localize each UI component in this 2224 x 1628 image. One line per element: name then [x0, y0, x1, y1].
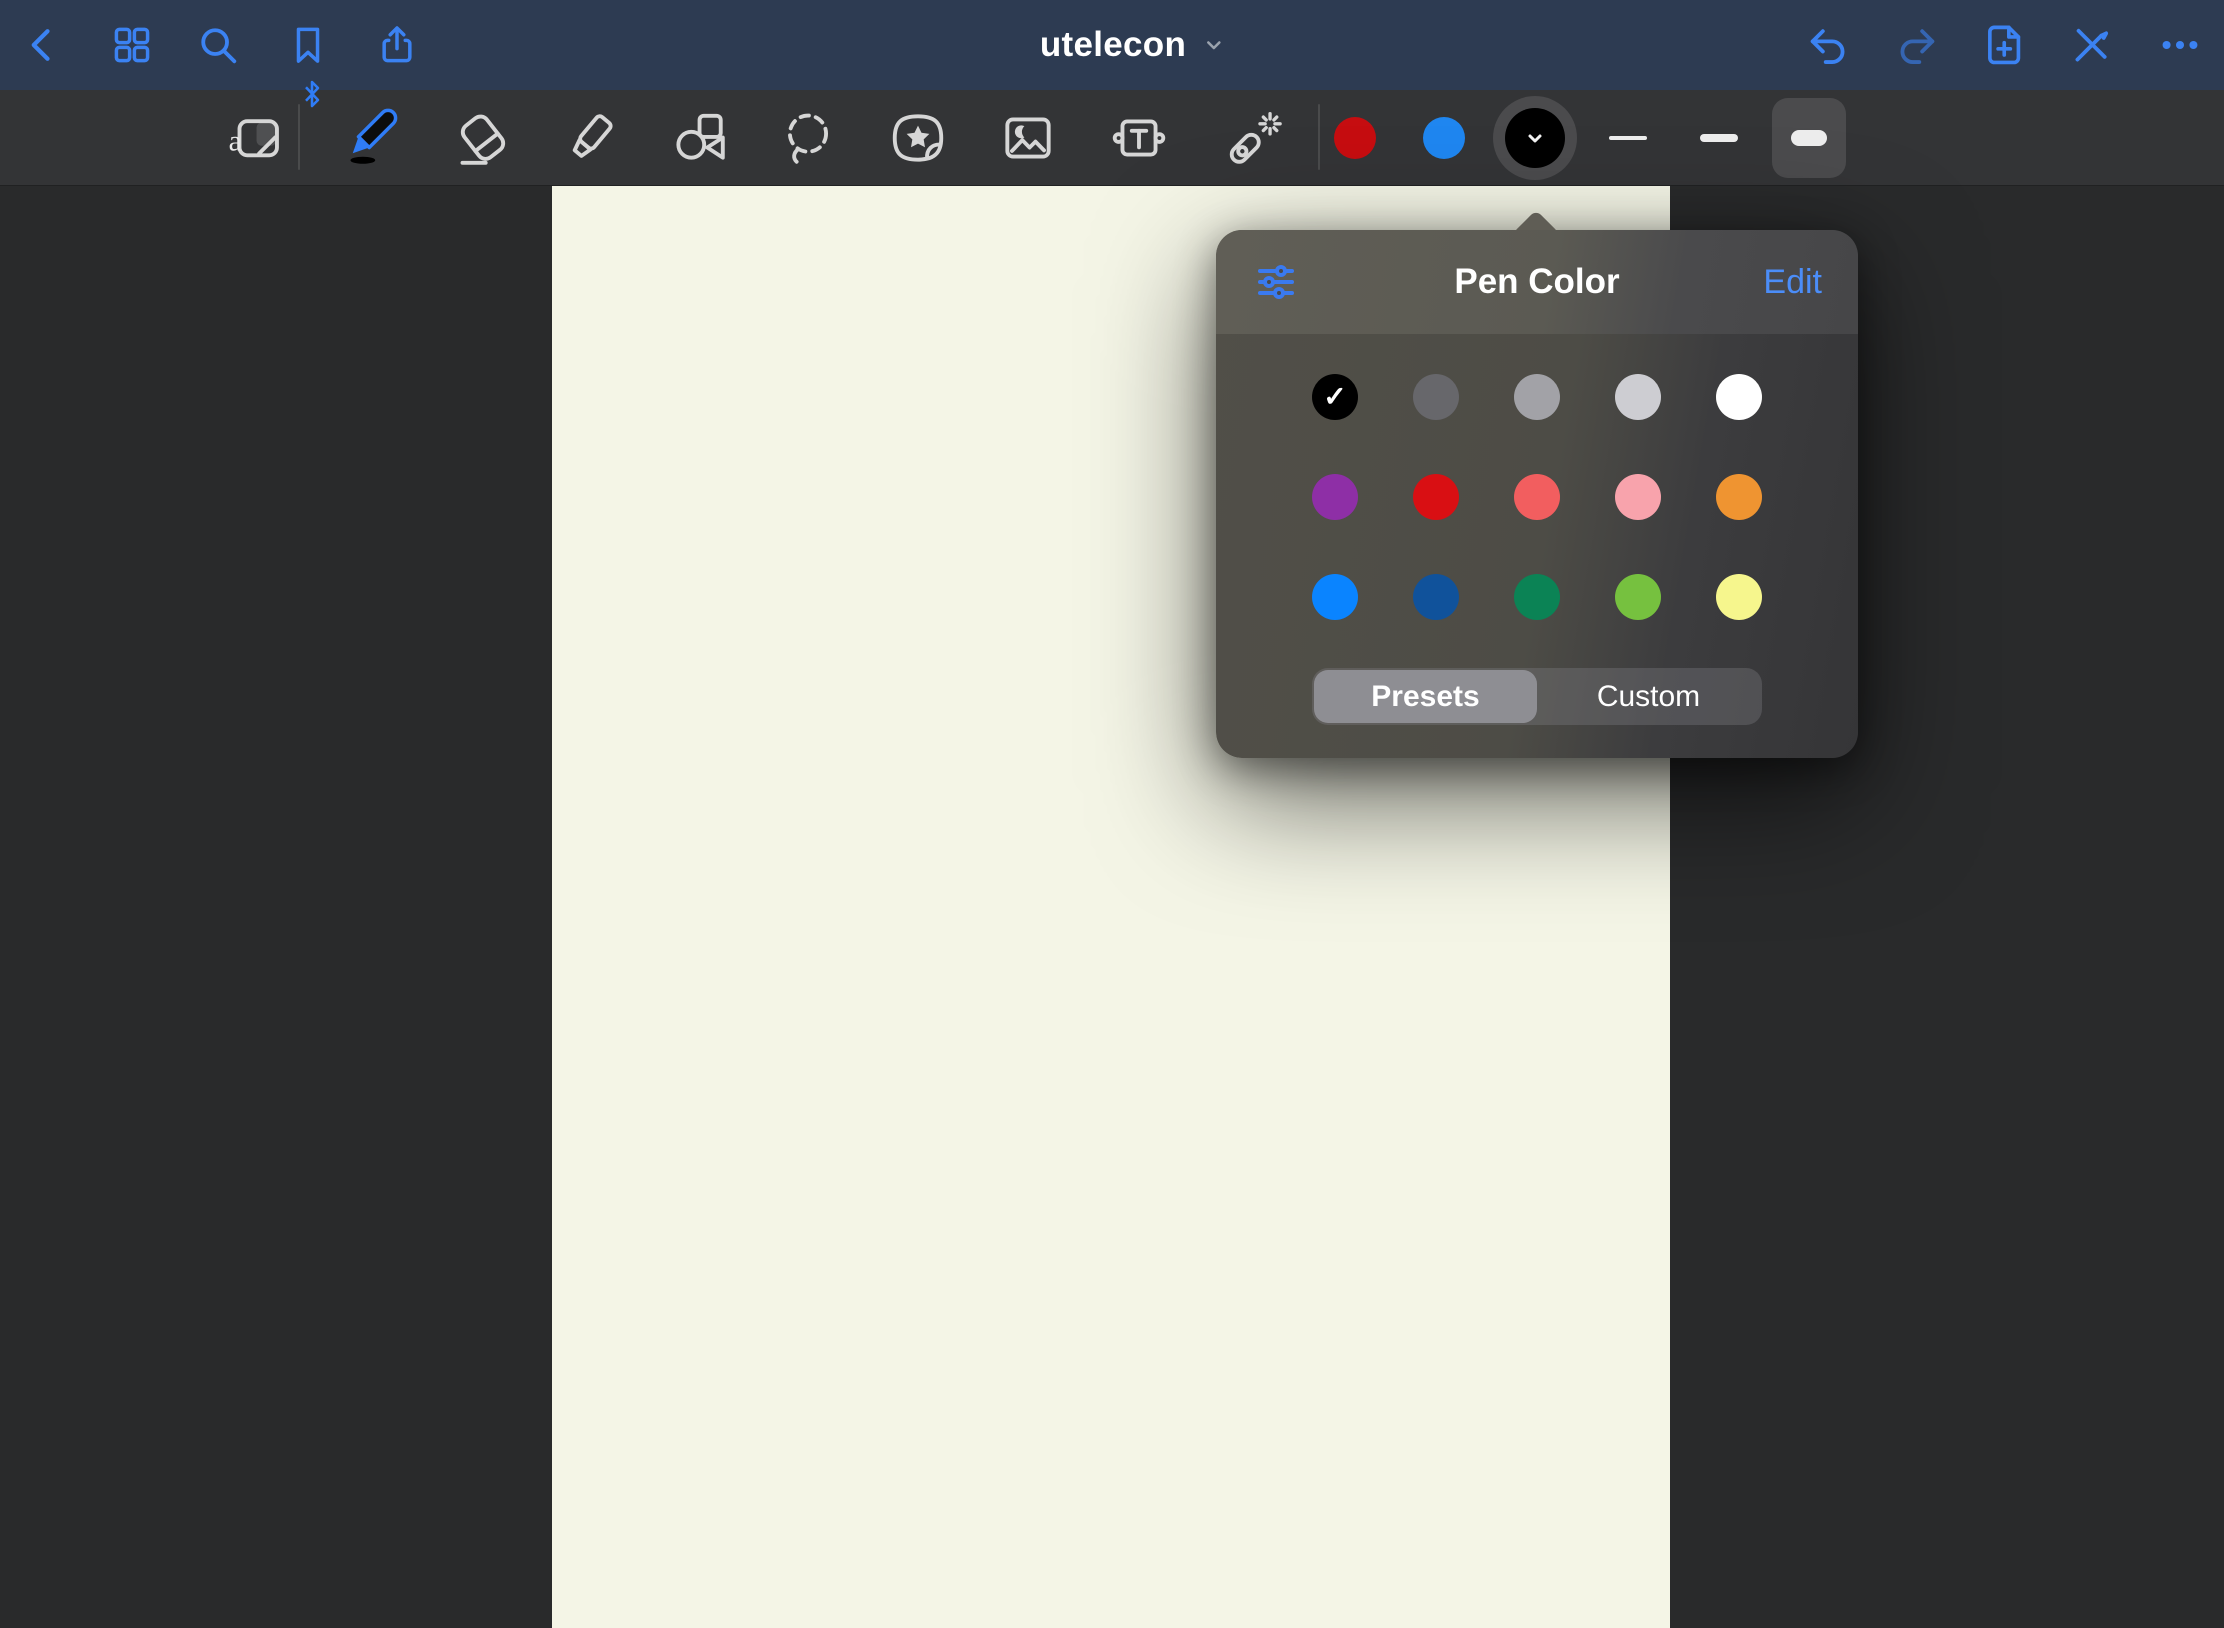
more-icon[interactable]: [2157, 22, 2203, 68]
edit-button[interactable]: Edit: [1763, 263, 1822, 302]
document-title: utelecon: [1040, 25, 1186, 65]
popover-title: Pen Color: [1454, 262, 1619, 302]
tool-bar: a: [0, 90, 2224, 186]
bluetooth-icon: [301, 79, 323, 109]
color-swatch-gray[interactable]: [1514, 374, 1560, 420]
thumbnails-grid-icon[interactable]: [110, 23, 154, 67]
toolbar-divider: [298, 104, 300, 170]
tab-presets[interactable]: Presets: [1314, 670, 1537, 723]
shapes-tool[interactable]: [667, 107, 729, 169]
color-swatch-dark-gray[interactable]: [1413, 374, 1459, 420]
stickers-tool[interactable]: [887, 107, 949, 169]
redo-icon[interactable]: [1894, 22, 1940, 68]
document-title-menu[interactable]: utelecon: [1040, 25, 1226, 65]
add-page-icon[interactable]: [1982, 22, 2028, 68]
lasso-tool[interactable]: [777, 107, 839, 169]
color-swatch-blue[interactable]: [1312, 574, 1358, 620]
color-swatch-orange[interactable]: [1716, 474, 1762, 520]
check-icon: ✓: [1323, 380, 1346, 413]
chevron-down-icon: [1202, 33, 1226, 57]
color-swatch-light-green[interactable]: [1615, 574, 1661, 620]
svg-text:a: a: [229, 125, 242, 157]
navigation-bar: utelecon: [0, 0, 2224, 90]
color-swatch-navy-blue[interactable]: [1413, 574, 1459, 620]
pen-color-button-blue[interactable]: [1423, 117, 1465, 159]
back-icon[interactable]: [20, 23, 64, 67]
stroke-thick-preview: [1791, 130, 1827, 146]
swatch-row: [1312, 574, 1762, 620]
tab-custom[interactable]: Custom: [1537, 670, 1760, 723]
app-screen: utelecon a: [0, 0, 2224, 1628]
color-swatch-green[interactable]: [1514, 574, 1560, 620]
pen-color-popover: Pen Color Edit ✓ PresetsCustom: [1216, 230, 1858, 758]
pen-tool[interactable]: [335, 105, 401, 171]
color-swatch-yellow[interactable]: [1716, 574, 1762, 620]
color-swatch-coral[interactable]: [1514, 474, 1560, 520]
color-swatch-pink[interactable]: [1615, 474, 1661, 520]
bookmark-icon[interactable]: [286, 23, 330, 67]
text-tool[interactable]: [1108, 107, 1170, 169]
laser-pointer-tool[interactable]: [1222, 107, 1284, 169]
highlighter-tool[interactable]: [558, 107, 620, 169]
popover-header: Pen Color Edit: [1216, 230, 1858, 334]
pen-color-button-red[interactable]: [1334, 117, 1376, 159]
stylus-disable-icon[interactable]: [2069, 22, 2115, 68]
color-swatch-black[interactable]: ✓: [1312, 374, 1358, 420]
color-swatch-light-gray[interactable]: [1615, 374, 1661, 420]
pen-color-button-black-selected[interactable]: [1493, 96, 1577, 180]
zoom-window-tool[interactable]: a: [224, 107, 286, 169]
color-swatch-red[interactable]: [1413, 474, 1459, 520]
share-icon[interactable]: [375, 23, 419, 67]
toolbar-divider: [1318, 104, 1320, 170]
swatch-row: ✓: [1312, 374, 1762, 420]
eraser-tool[interactable]: [448, 107, 510, 169]
color-swatch-purple[interactable]: [1312, 474, 1358, 520]
stroke-settings-icon[interactable]: [1252, 258, 1300, 306]
popup-swatch-grid: ✓: [1216, 334, 1858, 620]
color-swatch-white[interactable]: [1716, 374, 1762, 420]
chevron-down-icon: [1523, 126, 1547, 150]
presets-custom-segmented-control: PresetsCustom: [1312, 668, 1762, 725]
stroke-medium-button[interactable]: [1700, 134, 1738, 142]
swatch-row: [1312, 474, 1762, 520]
image-tool[interactable]: [997, 107, 1059, 169]
stroke-thin-button[interactable]: [1609, 136, 1647, 140]
selected-color-swatch: [1505, 108, 1565, 168]
search-icon[interactable]: [195, 22, 241, 68]
stroke-thick-button[interactable]: [1772, 98, 1846, 178]
undo-icon[interactable]: [1805, 22, 1851, 68]
